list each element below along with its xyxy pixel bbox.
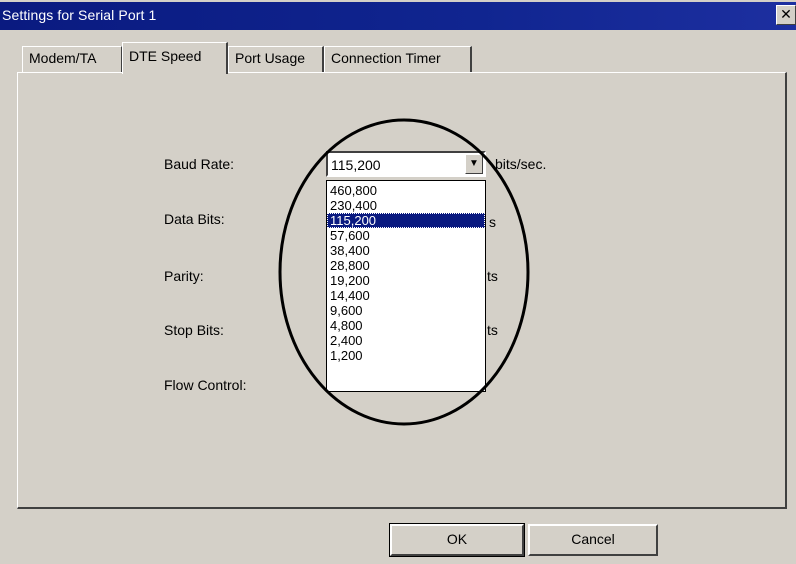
baud-option[interactable]: 57,600 [327,228,485,243]
flow-control-label: Flow Control: [164,377,247,393]
baud-option[interactable]: 28,800 [327,258,485,273]
baud-rate-unit: bits/sec. [495,156,547,172]
data-bits-suffix: s [489,214,496,230]
window-title: Settings for Serial Port 1 [2,7,157,23]
tab-port-usage[interactable]: Port Usage [228,46,324,72]
baud-rate-label: Baud Rate: [164,156,235,172]
baud-option[interactable]: 4,800 [327,318,485,333]
tab-label: DTE Speed [129,48,202,64]
baud-option[interactable]: 14,400 [327,288,485,303]
tab-modem-ta[interactable]: Modem/TA [22,46,122,72]
cancel-button[interactable]: Cancel [528,524,658,556]
stop-bits-suffix: ts [487,322,498,338]
baud-rate-value: 115,200 [331,157,381,173]
baud-option[interactable]: 1,200 [327,348,485,363]
stop-bits-label: Stop Bits: [164,322,224,338]
parity-suffix: ts [487,268,498,284]
settings-dialog: Settings for Serial Port 1 ✕ Modem/TA DT… [0,0,796,564]
cancel-label: Cancel [571,531,615,547]
baud-option[interactable]: 38,400 [327,243,485,258]
baud-option[interactable]: 2,400 [327,333,485,348]
close-icon: ✕ [780,6,792,22]
tab-label: Modem/TA [29,50,97,66]
baud-option[interactable]: 460,800 [327,183,485,198]
parity-label: Parity: [164,268,204,284]
tab-dte-speed[interactable]: DTE Speed [122,42,228,74]
tab-connection-timer[interactable]: Connection Timer [324,46,472,72]
tab-label: Connection Timer [331,50,441,66]
baud-option[interactable]: 115,200 [327,213,485,228]
baud-rate-dropdown-list[interactable]: 460,800 230,400 115,200 57,600 38,400 28,800 1… [326,180,486,392]
ok-label: OK [446,531,468,547]
baud-option[interactable]: 9,600 [327,303,485,318]
baud-option[interactable]: 230,400 [327,198,485,213]
baud-option[interactable]: 19,200 [327,273,485,288]
close-button[interactable]: ✕ [776,5,796,25]
ok-button[interactable]: OK [389,523,525,557]
baud-rate-select[interactable]: 115,200 ▼ [326,151,486,177]
tab-label: Port Usage [235,50,306,66]
data-bits-label: Data Bits: [164,211,225,227]
title-bar: Settings for Serial Port 1 ✕ [0,2,796,30]
dropdown-arrow-icon[interactable]: ▼ [465,154,483,174]
